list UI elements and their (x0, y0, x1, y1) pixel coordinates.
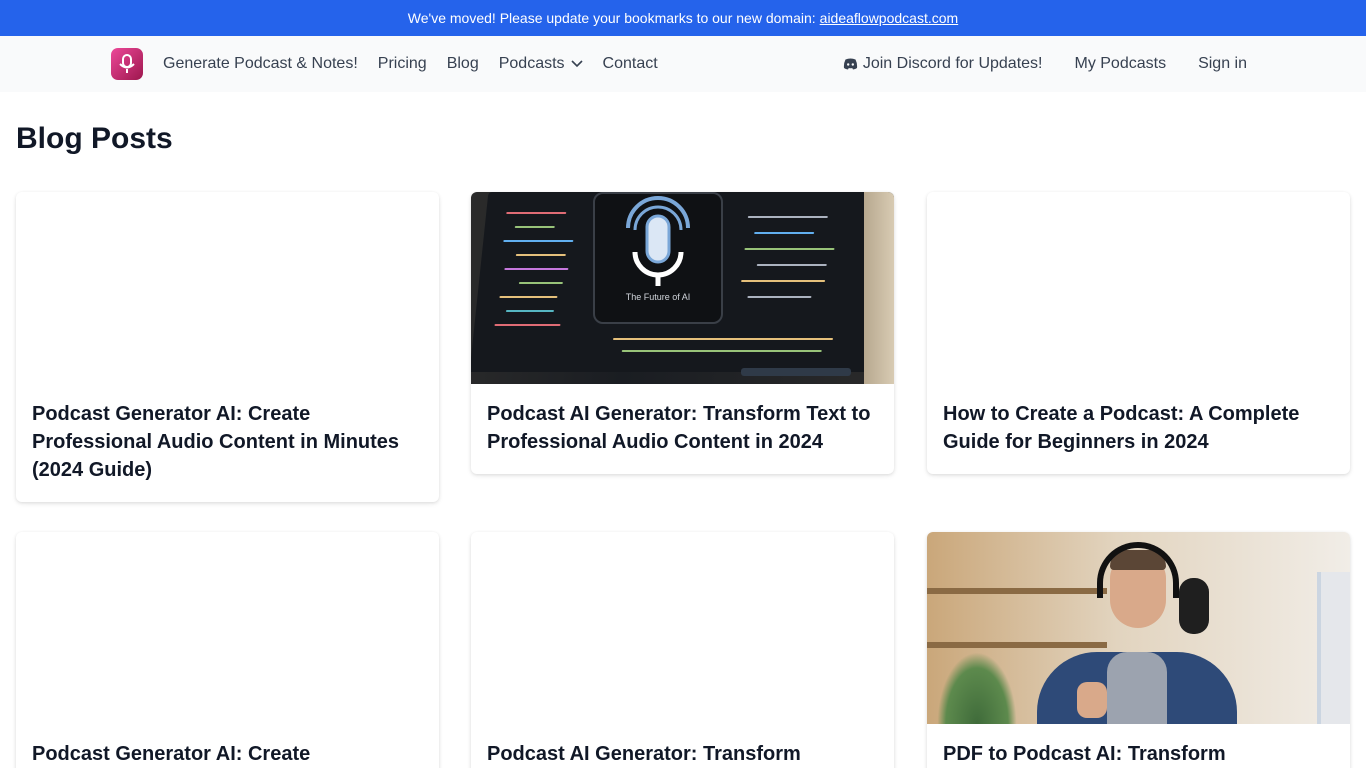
announcement-banner: We've moved! Please update your bookmark… (0, 0, 1366, 36)
top-navigation: Generate Podcast & Notes! Pricing Blog P… (0, 36, 1366, 92)
my-podcasts-link[interactable]: My Podcasts (1074, 55, 1166, 73)
background-wood (864, 192, 894, 384)
post-title: Podcast AI Generator: Transform (487, 743, 801, 765)
nav-left-group: Generate Podcast & Notes! Pricing Blog P… (163, 36, 678, 92)
nav-blog[interactable]: Blog (447, 55, 479, 73)
post-image-placeholder (927, 192, 1350, 384)
nav-generate-podcast[interactable]: Generate Podcast & Notes! (163, 55, 358, 73)
logo-button[interactable] (111, 48, 143, 80)
nav-podcasts-label: Podcasts (498, 55, 565, 72)
post-title: Podcast Generator AI: Create Professiona… (32, 403, 400, 481)
app-dock (741, 368, 851, 376)
post-image-placeholder (471, 532, 894, 724)
monitor (1317, 572, 1350, 724)
post-image-placeholder (16, 532, 439, 724)
blog-post-card[interactable]: The Future of AI Podcast AI Generator: T… (471, 192, 894, 474)
join-discord-link[interactable]: Join Discord for Updates! (843, 55, 1043, 73)
post-image-laptop: The Future of AI (471, 192, 894, 384)
blog-post-card[interactable]: Podcast Generator AI: Create (16, 532, 439, 768)
studio-microphone (1179, 578, 1209, 634)
microphone-icon (118, 54, 136, 74)
new-domain-link[interactable]: aideaflowpodcast.com (820, 10, 959, 26)
thumbs-up-hand (1077, 682, 1107, 718)
blog-post-card[interactable]: PDF to Podcast AI: Transform (927, 532, 1350, 768)
nav-right-group: Join Discord for Updates! My Podcasts Si… (843, 36, 1247, 92)
banner-text: We've moved! Please update your bookmark… (407, 10, 816, 26)
post-image-placeholder (16, 192, 439, 384)
sign-in-link[interactable]: Sign in (1198, 55, 1247, 73)
join-discord-label: Join Discord for Updates! (862, 55, 1043, 72)
nav-contact[interactable]: Contact (603, 55, 658, 73)
page-title: Blog Posts (16, 122, 173, 155)
ai-microphone-graphic: The Future of AI (593, 192, 723, 324)
post-image-podcaster (927, 532, 1350, 724)
blog-post-card[interactable]: How to Create a Podcast: A Complete Guid… (927, 192, 1350, 474)
chevron-down-icon (570, 60, 583, 68)
shelf (927, 588, 1107, 594)
headphones-icon (1097, 542, 1179, 598)
post-title: How to Create a Podcast: A Complete Guid… (943, 403, 1300, 453)
discord-icon (843, 58, 858, 70)
image-caption: The Future of AI (625, 292, 691, 302)
blog-post-card[interactable]: Podcast AI Generator: Transform (471, 532, 894, 768)
person-shirt (1107, 652, 1167, 724)
nav-podcasts-dropdown[interactable]: Podcasts (499, 55, 583, 73)
shelf (927, 642, 1107, 648)
nav-pricing[interactable]: Pricing (378, 55, 427, 73)
post-title: Podcast AI Generator: Transform Text to … (487, 403, 871, 453)
post-title: PDF to Podcast AI: Transform (943, 743, 1226, 765)
post-title: Podcast Generator AI: Create (32, 743, 311, 765)
blog-post-card[interactable]: Podcast Generator AI: Create Professiona… (16, 192, 439, 502)
plant (937, 652, 1017, 724)
